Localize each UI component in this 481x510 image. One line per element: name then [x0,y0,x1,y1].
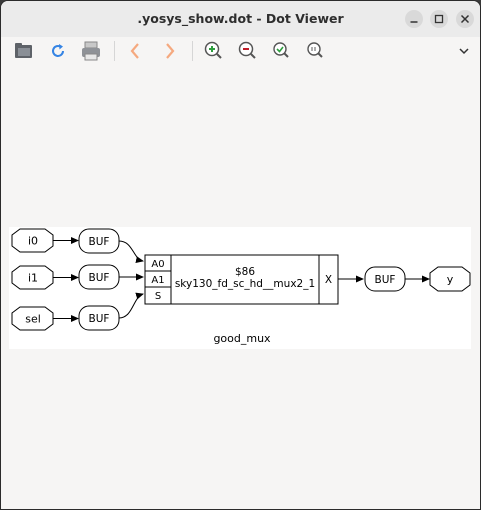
port-label-x: X [325,274,332,286]
toolbar-separator [192,41,193,61]
zoom-in-icon [204,41,222,59]
toolbar-separator [114,41,115,61]
edge [118,292,144,319]
forward-icon [166,43,175,59]
output-label: y [447,273,454,286]
open-icon [15,43,32,58]
buf-label: BUF [89,236,110,248]
port-label-a0: A0 [151,259,164,270]
print-button[interactable] [79,39,103,63]
back-button[interactable] [123,39,147,63]
input-port-i0[interactable]: i0 [11,228,54,253]
buf-node[interactable]: BUF [364,266,406,292]
module-name: good_mux [213,332,271,345]
open-button[interactable] [12,39,36,63]
cell-id: $86 [235,266,255,278]
input-label: sel [25,313,41,326]
reload-button[interactable] [46,39,70,63]
zoom-100-icon [307,42,323,58]
cell-type: sky130_fd_sc_hd__mux2_1 [175,278,315,290]
netlist-graph: i0 i1 sel BUF BUF BUF A0 A1 S $86 sky130… [11,228,471,345]
minimize-button[interactable] [405,10,423,28]
input-label: i1 [28,272,38,285]
graph-area[interactable]: i0 i1 sel BUF BUF BUF A0 A1 S $86 sky130… [9,227,471,349]
close-button[interactable] [456,10,474,28]
menu-button[interactable] [452,39,476,63]
back-icon [130,43,139,59]
zoom-out-button[interactable] [235,39,259,63]
zoom-fit-icon [273,42,289,58]
dot-viewer-window: .yosys_show.dot - Dot Viewer i0 i1 sel B… [0,0,481,510]
input-port-i1[interactable]: i1 [11,265,54,290]
title-bar[interactable]: .yosys_show.dot - Dot Viewer [1,1,480,38]
maximize-button[interactable] [430,10,448,28]
input-port-sel[interactable]: sel [11,306,54,331]
input-label: i0 [28,235,38,248]
graph-canvas[interactable]: i0 i1 sel BUF BUF BUF A0 A1 S $86 sky130… [1,65,480,509]
buf-node[interactable]: BUF [78,305,120,331]
buf-node[interactable]: BUF [78,264,120,290]
zoom-fit-button[interactable] [269,39,293,63]
buf-label: BUF [375,274,396,286]
zoom-in-button[interactable] [201,39,225,63]
menu-chevron-icon [459,48,469,55]
buf-node[interactable]: BUF [78,228,120,254]
mux-cell[interactable]: A0 A1 S $86 sky130_fd_sc_hd__mux2_1 X [144,254,339,305]
port-label-s: S [155,291,161,302]
reload-icon [52,44,64,57]
buf-label: BUF [89,272,110,284]
minimize-icon [410,21,418,23]
forward-button[interactable] [158,39,182,63]
zoom-100-button[interactable] [303,39,327,63]
print-icon [82,41,100,61]
port-label-a1: A1 [151,275,164,286]
zoom-out-icon [238,41,256,59]
output-port-y[interactable]: y [429,266,471,292]
toolbar [1,37,480,65]
buf-label: BUF [89,313,110,325]
maximize-icon [434,14,444,24]
edge [118,240,144,264]
close-icon [460,14,470,24]
